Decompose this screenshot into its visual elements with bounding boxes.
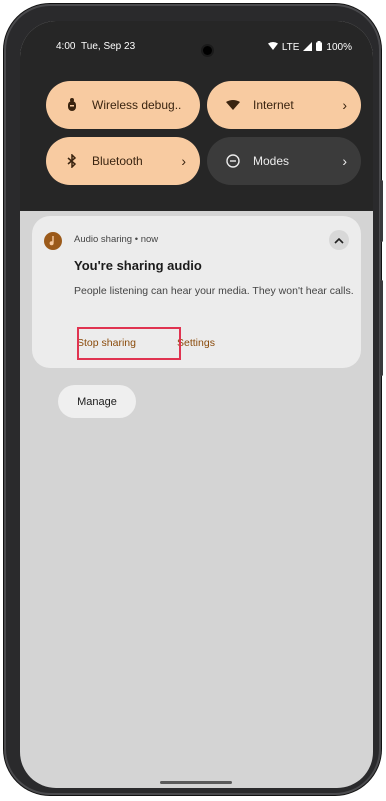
gesture-handle — [160, 781, 232, 784]
battery-label: 100% — [326, 42, 352, 53]
tile-bluetooth[interactable]: Bluetooth › — [46, 137, 200, 185]
front-camera — [203, 46, 212, 55]
collapse-button[interactable] — [329, 230, 349, 250]
highlight-box — [77, 327, 181, 360]
chevron-up-icon — [334, 231, 344, 249]
tile-label: Internet — [253, 98, 294, 112]
bluetooth-icon — [60, 154, 84, 168]
notification-time: now — [140, 234, 159, 245]
status-time: 4:00 — [56, 41, 76, 52]
manage-button[interactable]: Manage — [58, 385, 136, 418]
status-date: Tue, Sep 23 — [81, 41, 136, 52]
phone-frame: 4:00 Tue, Sep 23 LTE 100% Wireless debug… — [4, 4, 383, 795]
chevron-right-icon: › — [181, 153, 186, 169]
status-time-date: 4:00 Tue, Sep 23 — [56, 41, 135, 52]
chevron-right-icon: › — [342, 153, 347, 169]
network-label: LTE — [281, 42, 300, 53]
tile-label: Wireless debug.. — [92, 98, 182, 112]
screen: 4:00 Tue, Sep 23 LTE 100% Wireless debug… — [20, 21, 373, 788]
tile-label: Modes — [253, 154, 290, 168]
battery-icon — [316, 41, 323, 54]
notification-title: You're sharing audio — [74, 258, 202, 273]
chevron-right-icon: › — [342, 97, 347, 113]
tile-modes[interactable]: Modes › — [207, 137, 361, 185]
tile-wireless-debugging[interactable]: Wireless debug.. — [46, 81, 200, 129]
status-bar: 4:00 Tue, Sep 23 LTE 100% — [20, 41, 373, 57]
tile-label: Bluetooth — [92, 154, 143, 168]
notification-app-name: Audio sharing — [74, 234, 133, 245]
signal-icon — [303, 41, 313, 54]
audio-sharing-icon — [44, 232, 62, 250]
status-icons: LTE 100% — [267, 41, 352, 54]
volume-button — [380, 280, 383, 376]
notification-body: People listening can hear your media. Th… — [74, 285, 354, 297]
power-button — [380, 180, 383, 242]
wifi-icon — [221, 100, 245, 110]
modes-icon — [221, 154, 245, 168]
bug-icon — [60, 98, 84, 112]
wifi-status-icon — [267, 42, 278, 53]
notification-header: Audio sharing • now — [74, 234, 159, 245]
tile-internet[interactable]: Internet › — [207, 81, 361, 129]
settings-button[interactable]: Settings — [177, 337, 215, 349]
